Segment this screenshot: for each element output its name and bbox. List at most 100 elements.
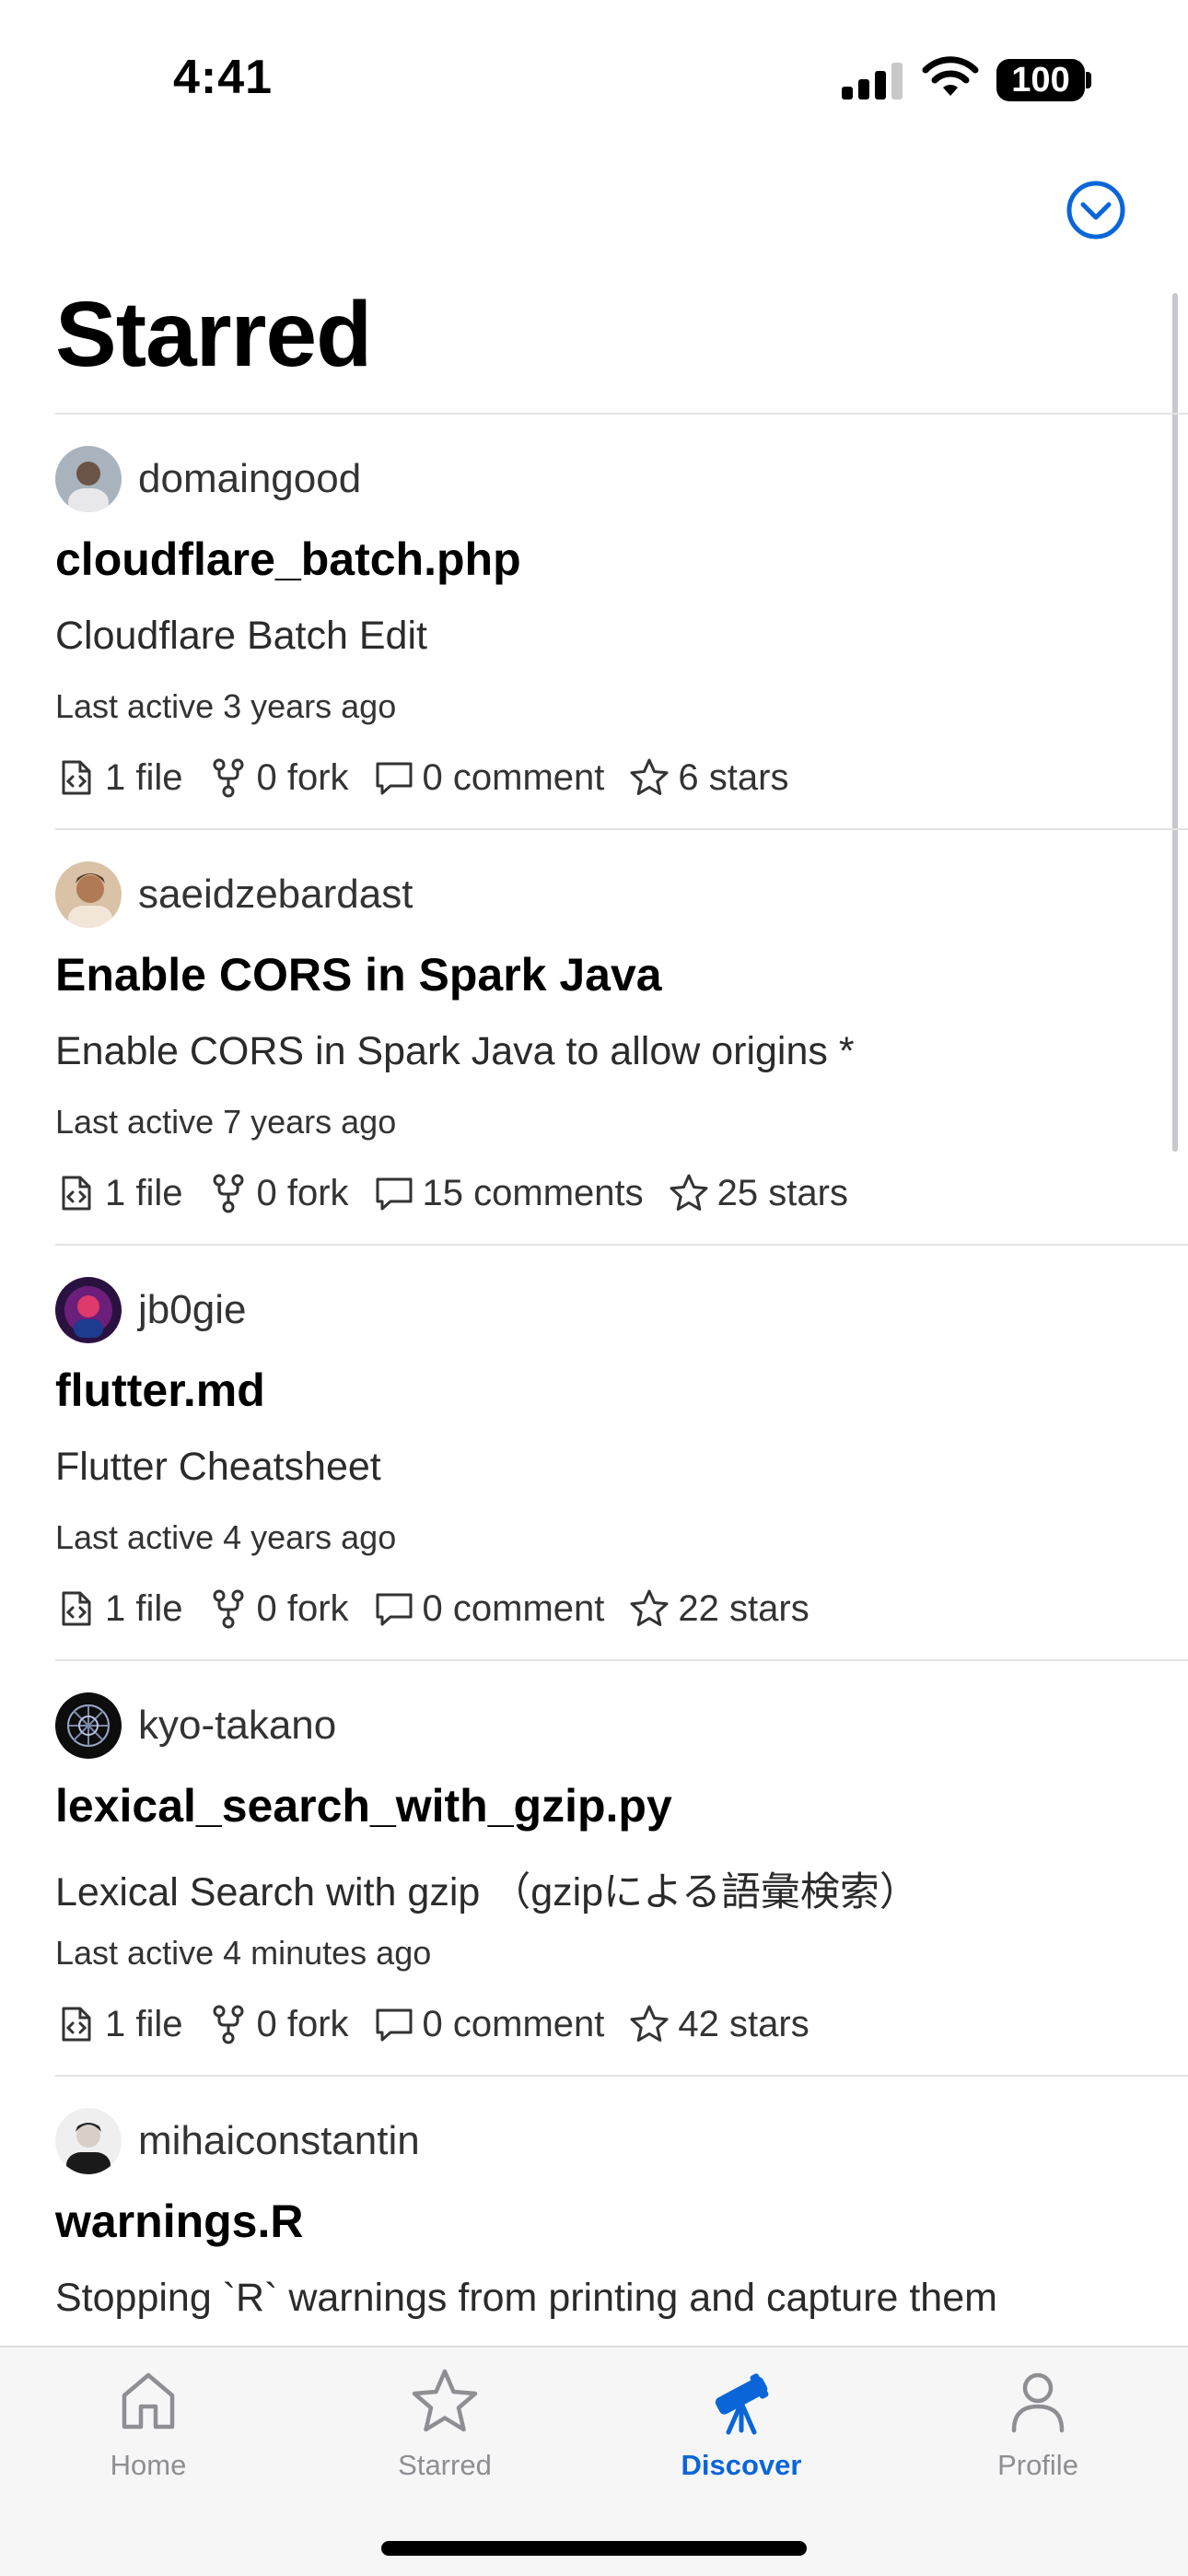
fork-icon (213, 2005, 243, 2044)
file-code-icon (62, 1176, 91, 1211)
fork-icon (213, 1174, 243, 1213)
owner-row[interactable]: mihaiconstantin (55, 2108, 420, 2174)
comment-count: 0 comment (373, 2003, 605, 2045)
star-icon (412, 2369, 478, 2432)
gist-title[interactable]: cloudflare_batch.php (55, 533, 521, 586)
owner-name: kyo-takano (138, 1703, 337, 1748)
tab-label: Profile (997, 2449, 1078, 2481)
avatar[interactable] (55, 1692, 122, 1759)
battery-nub (1086, 72, 1091, 88)
star-count: 22 stars (628, 1587, 809, 1630)
file-count: 1 file (55, 1172, 183, 1214)
home-indicator[interactable] (381, 2541, 807, 2556)
status-time: 4:41 (173, 51, 274, 104)
gist-list-item[interactable]: domaingood cloudflare_batch.php Cloudfla… (55, 413, 1188, 828)
owner-row[interactable]: saeidzebardast (55, 861, 413, 928)
star-count: 25 stars (668, 1172, 848, 1214)
file-code-icon (62, 760, 91, 795)
page-title: Starred (55, 283, 372, 386)
owner-name: saeidzebardast (138, 872, 413, 917)
avatar[interactable] (55, 861, 122, 928)
last-active: Last active 3 years ago (55, 687, 397, 725)
person-icon (1011, 2372, 1065, 2433)
comment-count: 0 comment (373, 756, 605, 799)
star-count: 6 stars (628, 756, 788, 799)
file-count: 1 file (55, 2003, 183, 2045)
comment-count-label: 0 comment (422, 2003, 605, 2044)
owner-row[interactable]: jb0gie (55, 1277, 246, 1343)
gist-list-item[interactable]: mihaiconstantin warnings.R Stopping `R` … (55, 2075, 1188, 2348)
tab-label: Discover (681, 2449, 802, 2481)
comment-count-label: 0 comment (422, 1587, 605, 1629)
star-icon (630, 758, 669, 795)
avatar[interactable] (55, 2108, 122, 2174)
stats-row: 1 file 0 fork 0 comment 42 stars (55, 1996, 833, 2052)
file-count-label: 1 file (105, 1172, 183, 1213)
status-bar: 4:41 100 (0, 0, 1188, 138)
comment-count-label: 15 comments (422, 1172, 644, 1213)
avatar[interactable] (55, 446, 122, 512)
file-count-label: 1 file (105, 756, 183, 798)
comment-icon (376, 1177, 413, 1211)
comment-count: 15 comments (373, 1172, 644, 1214)
avatar[interactable] (55, 1277, 122, 1343)
file-count: 1 file (55, 756, 183, 799)
comment-icon (376, 1593, 413, 1626)
gist-description: Lexical Search with gzip （gzipによる語彙検索） (55, 1870, 919, 1914)
fork-count-label: 0 fork (256, 1172, 349, 1213)
gist-description: Flutter Cheatsheet (55, 1445, 381, 1489)
tab-label: Home (110, 2449, 187, 2481)
owner-row[interactable]: kyo-takano (55, 1692, 336, 1759)
battery-icon: 100 (996, 59, 1085, 101)
gist-description: Cloudflare Batch Edit (55, 614, 427, 658)
gist-title[interactable]: Enable CORS in Spark Java (55, 948, 662, 1001)
stats-row: 1 file 0 fork 15 comments 25 stars (55, 1165, 872, 1221)
file-count: 1 file (55, 1587, 183, 1630)
fork-count: 0 fork (207, 1587, 349, 1630)
gist-title[interactable]: lexical_search_with_gzip.py (55, 1779, 672, 1832)
last-active: Last active 4 minutes ago (55, 1934, 432, 1972)
fork-count-label: 0 fork (256, 2003, 349, 2044)
gist-description: Stopping `R` warnings from printing and … (55, 2276, 997, 2320)
fork-count: 0 fork (207, 1172, 349, 1214)
file-code-icon (62, 1591, 91, 1626)
comment-count-label: 0 comment (422, 756, 605, 798)
gist-list-item[interactable]: kyo-takano lexical_search_with_gzip.py L… (55, 1659, 1188, 2075)
star-icon (630, 2005, 669, 2042)
telescope-icon (715, 2373, 769, 2435)
last-active: Last active 4 years ago (55, 1518, 397, 1556)
gist-title[interactable]: warnings.R (55, 2195, 303, 2248)
fork-icon (213, 1589, 243, 1629)
stats-row: 1 file 0 fork 0 comment 6 stars (55, 750, 812, 805)
tab-home[interactable]: Home (0, 2366, 297, 2504)
gist-list-item[interactable]: jb0gie flutter.md Flutter Cheatsheet Las… (55, 1244, 1188, 1659)
owner-name: jb0gie (138, 1287, 247, 1332)
star-icon (670, 1174, 708, 1211)
comment-icon (376, 762, 413, 795)
tab-label: Starred (398, 2449, 492, 2481)
file-count-label: 1 file (105, 2003, 183, 2044)
star-icon (630, 1589, 669, 1626)
star-count-label: 42 stars (678, 2003, 809, 2044)
file-code-icon (62, 2007, 91, 2042)
gist-description: Enable CORS in Spark Java to allow origi… (55, 1029, 855, 1073)
tab-starred[interactable]: Starred (297, 2366, 593, 2504)
owner-row[interactable]: domaingood (55, 446, 361, 512)
tab-discover[interactable]: Discover (593, 2366, 890, 2504)
signal-icon (842, 61, 903, 100)
star-count-label: 22 stars (678, 1587, 809, 1629)
fork-icon (213, 758, 243, 798)
chevron-down-circle-icon[interactable] (1066, 180, 1126, 240)
last-active: Last active 7 years ago (55, 1103, 397, 1141)
fork-count-label: 0 fork (256, 1587, 349, 1629)
fork-count: 0 fork (207, 2003, 349, 2045)
comment-icon (376, 2008, 413, 2042)
star-count-label: 25 stars (716, 1172, 848, 1213)
fork-count: 0 fork (207, 756, 349, 799)
fork-count-label: 0 fork (256, 756, 349, 798)
tab-profile[interactable]: Profile (890, 2366, 1186, 2504)
owner-name: domaingood (138, 456, 362, 501)
gist-title[interactable]: flutter.md (55, 1364, 265, 1417)
gist-list-item[interactable]: saeidzebardast Enable CORS in Spark Java… (55, 828, 1188, 1244)
star-count-label: 6 stars (678, 756, 789, 798)
